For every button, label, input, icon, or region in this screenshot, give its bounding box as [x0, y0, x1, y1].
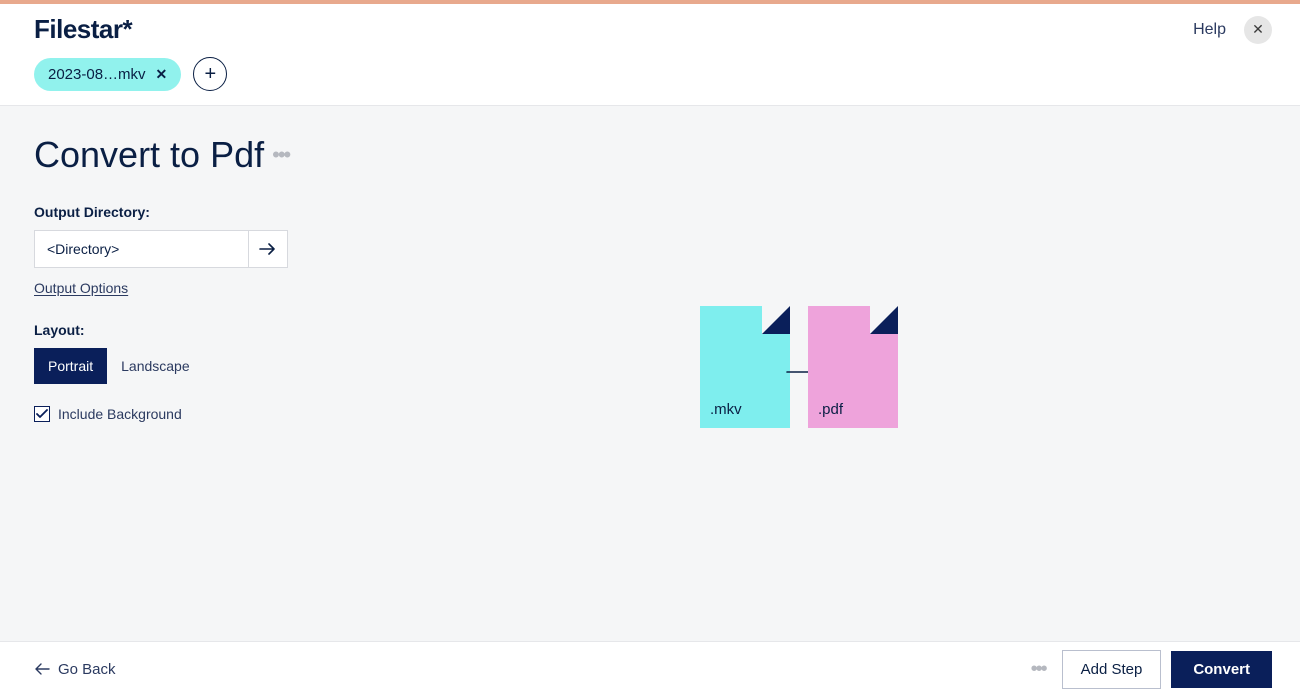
source-file-icon: .mkv	[700, 306, 790, 428]
output-dir-go-button[interactable]	[248, 230, 288, 268]
output-dir-label: Output Directory:	[34, 204, 616, 220]
arrow-right-icon	[259, 242, 277, 256]
help-link[interactable]: Help	[1193, 21, 1226, 39]
footer: Go Back ••• Add Step Convert	[0, 641, 1300, 696]
file-chip[interactable]: 2023-08…mkv ✕	[34, 58, 181, 91]
footer-actions: ••• Add Step Convert	[1031, 650, 1272, 689]
file-chips-row: 2023-08…mkv ✕ +	[0, 45, 1300, 105]
page-title-text: Convert to Pdf	[34, 134, 264, 176]
go-back-button[interactable]: Go Back	[34, 661, 116, 678]
output-options-link[interactable]: Output Options	[34, 280, 128, 296]
target-ext-label: .pdf	[818, 401, 843, 418]
include-background-checkbox[interactable]	[34, 406, 50, 422]
arrow-left-icon	[34, 663, 50, 675]
convert-button[interactable]: Convert	[1171, 651, 1272, 688]
add-step-button[interactable]: Add Step	[1062, 650, 1162, 689]
header-right: Help ✕	[1193, 16, 1272, 44]
add-file-button[interactable]: +	[193, 57, 227, 91]
close-icon: ✕	[1252, 21, 1264, 38]
layout-landscape-button[interactable]: Landscape	[107, 348, 204, 384]
plus-icon: +	[204, 63, 216, 86]
target-file-icon: .pdf	[808, 306, 898, 428]
include-background-label: Include Background	[58, 406, 182, 422]
file-fold-icon	[870, 306, 898, 334]
layout-label: Layout:	[34, 322, 616, 338]
file-chip-label: 2023-08…mkv	[48, 66, 146, 83]
output-dir-input[interactable]	[34, 230, 248, 268]
layout-portrait-button[interactable]: Portrait	[34, 348, 107, 384]
page-title: Convert to Pdf •••	[34, 134, 616, 176]
conversion-preview: .mkv .pdf	[700, 306, 898, 428]
header: Filestar* Help ✕	[0, 4, 1300, 45]
more-actions-icon[interactable]: •••	[1031, 658, 1046, 681]
file-fold-icon	[762, 306, 790, 334]
chip-close-icon[interactable]: ✕	[156, 66, 168, 83]
main-area: Convert to Pdf ••• Output Directory: Out…	[0, 105, 1300, 641]
source-ext-label: .mkv	[710, 401, 742, 418]
go-back-label: Go Back	[58, 661, 116, 678]
output-dir-row	[34, 230, 288, 268]
app-logo: Filestar*	[34, 14, 132, 45]
layout-toggle: Portrait Landscape	[34, 348, 616, 384]
check-icon	[36, 409, 48, 419]
close-button[interactable]: ✕	[1244, 16, 1272, 44]
include-background-row: Include Background	[34, 406, 616, 422]
more-icon[interactable]: •••	[272, 144, 289, 166]
settings-panel: Convert to Pdf ••• Output Directory: Out…	[0, 106, 650, 641]
